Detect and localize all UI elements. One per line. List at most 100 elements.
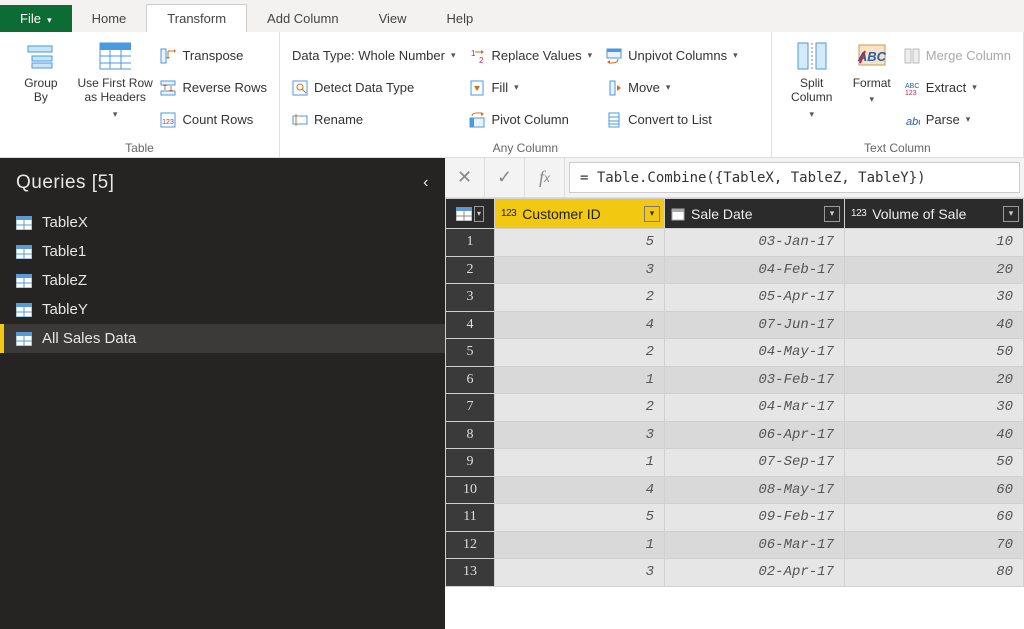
cell-sale-date[interactable]: 07-Jun-17 [665, 311, 845, 339]
table-row[interactable]: 5 2 04-May-17 50 [446, 339, 1024, 367]
menu-add-column[interactable]: Add Column [247, 5, 359, 32]
menu-transform[interactable]: Transform [146, 4, 247, 32]
table-row[interactable]: 8 3 06-Apr-17 40 [446, 421, 1024, 449]
column-header-volume-of-sale[interactable]: 123 Volume of Sale [845, 199, 1024, 229]
table-row[interactable]: 10 4 08-May-17 60 [446, 476, 1024, 504]
cell-customer-id[interactable]: 3 [495, 421, 665, 449]
data-type-dropdown[interactable]: Data Type: Whole Number [292, 45, 455, 67]
queries-collapse-button[interactable]: ‹ [423, 174, 429, 192]
cell-sale-date[interactable]: 03-Jan-17 [665, 229, 845, 257]
table-row[interactable]: 1 5 03-Jan-17 10 [446, 229, 1024, 257]
table-row[interactable]: 9 1 07-Sep-17 50 [446, 449, 1024, 477]
cell-customer-id[interactable]: 5 [495, 504, 665, 532]
table-row[interactable]: 11 5 09-Feb-17 60 [446, 504, 1024, 532]
unpivot-columns-button[interactable]: Unpivot Columns [606, 45, 738, 67]
detect-data-type-button[interactable]: Detect Data Type [292, 77, 455, 99]
cell-volume[interactable]: 80 [845, 559, 1024, 587]
query-item[interactable]: Table1 [0, 237, 445, 266]
convert-to-list-button[interactable]: Convert to List [606, 109, 738, 131]
cell-sale-date[interactable]: 09-Feb-17 [665, 504, 845, 532]
cell-sale-date[interactable]: 05-Apr-17 [665, 284, 845, 312]
menu-help[interactable]: Help [427, 5, 494, 32]
cell-volume[interactable]: 20 [845, 256, 1024, 284]
table-row[interactable]: 6 1 03-Feb-17 20 [446, 366, 1024, 394]
table-row[interactable]: 3 2 05-Apr-17 30 [446, 284, 1024, 312]
fill-label: Fill [491, 80, 508, 95]
menu-home[interactable]: Home [72, 5, 147, 32]
group-by-button[interactable]: Group By [8, 36, 74, 139]
cell-customer-id[interactable]: 3 [495, 256, 665, 284]
pivot-column-button[interactable]: Pivot Column [469, 109, 592, 131]
cell-volume[interactable]: 30 [845, 394, 1024, 422]
cell-customer-id[interactable]: 1 [495, 531, 665, 559]
cell-volume[interactable]: 10 [845, 229, 1024, 257]
reverse-rows-button[interactable]: Reverse Rows [160, 77, 267, 99]
cell-customer-id[interactable]: 2 [495, 394, 665, 422]
date-type-icon [671, 207, 685, 221]
table-row[interactable]: 13 3 02-Apr-17 80 [446, 559, 1024, 587]
cell-volume[interactable]: 30 [845, 284, 1024, 312]
count-rows-button[interactable]: 123 Count Rows [160, 109, 267, 131]
use-first-row-button[interactable]: Use First Row as Headers [74, 36, 157, 139]
cell-customer-id[interactable]: 5 [495, 229, 665, 257]
cell-sale-date[interactable]: 06-Mar-17 [665, 531, 845, 559]
cell-volume[interactable]: 50 [845, 449, 1024, 477]
extract-button[interactable]: ABC123 Extract [904, 77, 1011, 99]
cell-customer-id[interactable]: 2 [495, 339, 665, 367]
cell-volume[interactable]: 60 [845, 476, 1024, 504]
grid-corner[interactable] [446, 199, 495, 229]
column-header-sale-date[interactable]: Sale Date [665, 199, 845, 229]
cell-customer-id[interactable]: 2 [495, 284, 665, 312]
cell-sale-date[interactable]: 04-May-17 [665, 339, 845, 367]
cell-sale-date[interactable]: 04-Feb-17 [665, 256, 845, 284]
cell-volume[interactable]: 50 [845, 339, 1024, 367]
cell-volume[interactable]: 70 [845, 531, 1024, 559]
table-row[interactable]: 4 4 07-Jun-17 40 [446, 311, 1024, 339]
reverse-rows-label: Reverse Rows [182, 80, 267, 95]
rename-button[interactable]: Rename [292, 109, 455, 131]
formula-input[interactable]: = Table.Combine({TableX, TableZ, TableY}… [569, 162, 1020, 193]
cell-sale-date[interactable]: 03-Feb-17 [665, 366, 845, 394]
cell-sale-date[interactable]: 08-May-17 [665, 476, 845, 504]
cell-customer-id[interactable]: 1 [495, 366, 665, 394]
move-button[interactable]: Move [606, 77, 738, 99]
merge-columns-button[interactable]: Merge Column [904, 45, 1011, 67]
column-filter-button[interactable] [644, 206, 660, 222]
cell-sale-date[interactable]: 04-Mar-17 [665, 394, 845, 422]
column-filter-button[interactable] [824, 206, 840, 222]
parse-button[interactable]: abc Parse [904, 109, 1011, 131]
transpose-button[interactable]: Transpose [160, 45, 267, 67]
query-item[interactable]: TableZ [0, 266, 445, 295]
formula-cancel-button[interactable]: ✕ [445, 158, 485, 197]
column-filter-button[interactable] [1003, 206, 1019, 222]
grid-corner-dropdown[interactable] [474, 206, 484, 222]
cell-sale-date[interactable]: 07-Sep-17 [665, 449, 845, 477]
query-item[interactable]: TableY [0, 295, 445, 324]
split-column-button[interactable]: Split Column [780, 36, 844, 139]
query-item[interactable]: TableX [0, 208, 445, 237]
menu-view[interactable]: View [359, 5, 427, 32]
svg-text:123: 123 [905, 90, 917, 96]
table-row[interactable]: 12 1 06-Mar-17 70 [446, 531, 1024, 559]
cell-sale-date[interactable]: 02-Apr-17 [665, 559, 845, 587]
cell-customer-id[interactable]: 1 [495, 449, 665, 477]
column-header-customer-id[interactable]: 123 Customer ID [495, 199, 665, 229]
cell-volume[interactable]: 20 [845, 366, 1024, 394]
formula-accept-button[interactable]: ✓ [485, 158, 525, 197]
cell-volume[interactable]: 60 [845, 504, 1024, 532]
cell-volume[interactable]: 40 [845, 421, 1024, 449]
query-item[interactable]: All Sales Data [0, 324, 445, 353]
format-button[interactable]: ABC Format [844, 36, 900, 139]
cell-customer-id[interactable]: 4 [495, 476, 665, 504]
table-row[interactable]: 2 3 04-Feb-17 20 [446, 256, 1024, 284]
fill-button[interactable]: Fill [469, 77, 592, 99]
cell-volume[interactable]: 40 [845, 311, 1024, 339]
cell-customer-id[interactable]: 4 [495, 311, 665, 339]
replace-values-button[interactable]: 12 Replace Values [469, 45, 592, 67]
formula-fx-button[interactable]: fx [525, 158, 565, 197]
cell-customer-id[interactable]: 3 [495, 559, 665, 587]
extract-label: Extract [926, 80, 966, 95]
table-row[interactable]: 7 2 04-Mar-17 30 [446, 394, 1024, 422]
menu-file[interactable]: File ▾ [0, 5, 72, 32]
cell-sale-date[interactable]: 06-Apr-17 [665, 421, 845, 449]
